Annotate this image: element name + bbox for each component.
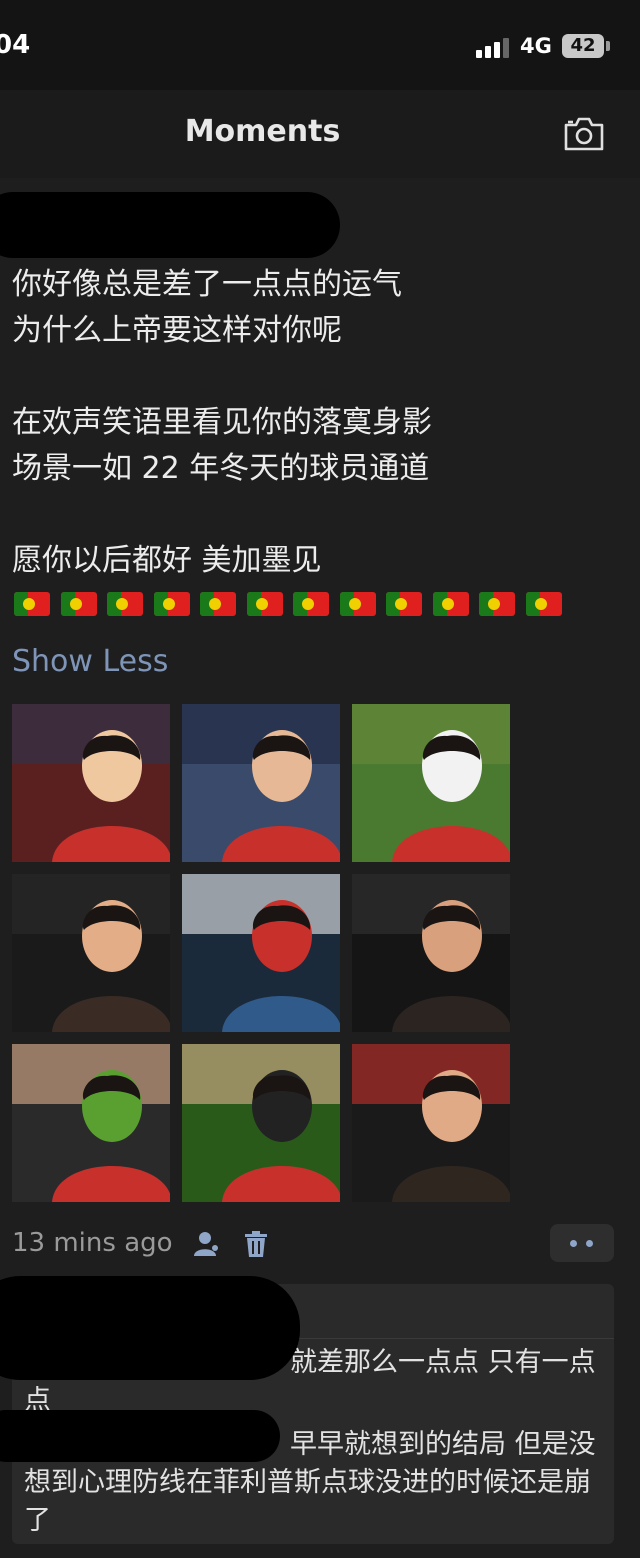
signal-strength-icon <box>476 36 512 58</box>
status-time: 04 <box>0 30 31 60</box>
portugal-flag-icon <box>246 592 283 616</box>
post-text: 你好像总是差了一点点的运气 为什么上帝要这样对你呢 在欢声笑语里看见你的落寞身影… <box>12 267 432 578</box>
show-less-link[interactable]: Show Less <box>12 644 168 679</box>
trash-icon[interactable] <box>244 1230 268 1258</box>
portugal-flag-icon <box>293 592 329 616</box>
post-timestamp: 13 mins ago <box>12 1228 173 1258</box>
portugal-flag-icon <box>525 592 562 616</box>
battery-tip <box>606 41 610 51</box>
photo-thumbnail[interactable] <box>182 1044 340 1202</box>
battery-icon: 42 <box>562 34 604 58</box>
status-bar: 04 4G 42 <box>0 0 640 90</box>
page-title: Moments <box>184 114 341 149</box>
portugal-flag-icon <box>153 592 190 616</box>
photo-thumbnail[interactable] <box>182 874 340 1032</box>
person-icon[interactable] <box>192 1230 220 1258</box>
photo-thumbnail[interactable] <box>352 704 510 862</box>
portugal-flag-icon <box>386 592 422 616</box>
moments-header: Moments <box>0 90 640 178</box>
portugal-flag-icon <box>479 592 515 616</box>
redacted-commenter <box>0 1276 300 1380</box>
photo-thumbnail[interactable] <box>352 1044 510 1202</box>
redacted-commenter <box>0 1410 280 1462</box>
moment-post: 你好像总是差了一点点的运气 为什么上帝要这样对你呢 在欢声笑语里看见你的落寞身影… <box>0 178 640 1558</box>
portugal-flag-icon <box>107 592 143 616</box>
battery-level: 42 <box>570 35 596 56</box>
redacted-username <box>0 192 340 258</box>
photo-thumbnail[interactable] <box>352 874 510 1032</box>
photo-thumbnail[interactable] <box>182 704 340 862</box>
portugal-flag-icon <box>60 592 97 616</box>
photo-thumbnail[interactable] <box>12 874 170 1032</box>
photo-grid <box>12 704 512 1204</box>
photo-thumbnail[interactable] <box>12 704 170 862</box>
more-dots-icon[interactable] <box>550 1224 614 1262</box>
camera-icon[interactable] <box>562 116 606 152</box>
portugal-flag-icon <box>14 592 50 616</box>
photo-thumbnail[interactable] <box>12 1044 170 1202</box>
portugal-flag-icon <box>200 592 236 616</box>
network-type: 4G <box>520 34 552 58</box>
portugal-flag-icon <box>339 592 376 616</box>
portugal-flag-icon <box>432 592 469 616</box>
